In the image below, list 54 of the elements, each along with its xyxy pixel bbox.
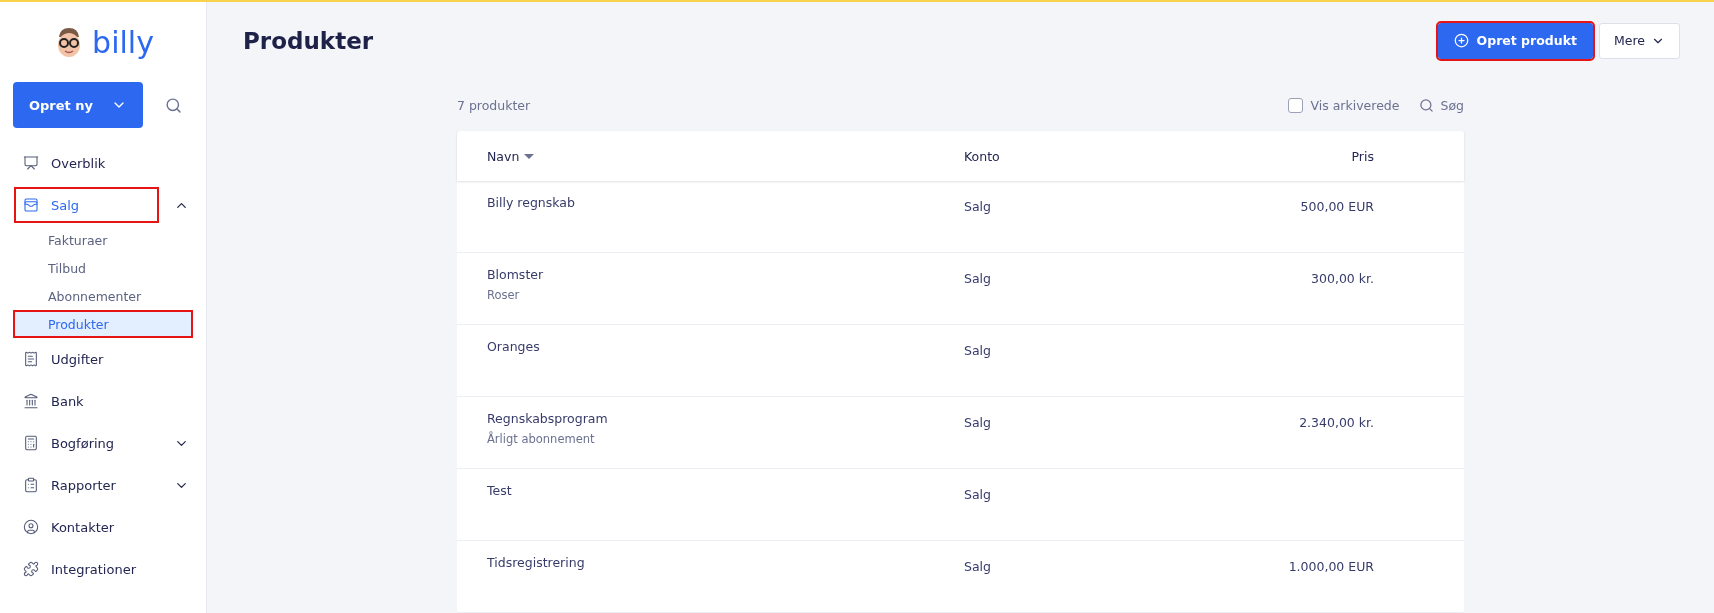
product-name: Regnskabsprogram — [487, 411, 609, 426]
account-cell-text: Salg — [964, 486, 992, 504]
product-name: Billy regnskab — [487, 195, 576, 210]
account-cell-text: Salg — [964, 342, 992, 360]
nav-subitem[interactable]: Fakturaer — [13, 226, 193, 254]
column-header[interactable]: Konto — [964, 148, 1224, 164]
account-cell-text: Salg — [964, 270, 992, 288]
show-archived-checkbox[interactable]: Vis arkiverede — [1288, 97, 1400, 113]
nav-subitem[interactable]: Produkter — [13, 310, 193, 338]
price-cell-text: 500,00 EUR — [1299, 198, 1374, 216]
column-header[interactable]: Pris — [1224, 148, 1374, 164]
more-button[interactable]: Mere — [1598, 22, 1680, 59]
search-link[interactable]: Søg — [1419, 97, 1464, 113]
nav-item[interactable]: Kontakter — [13, 508, 189, 546]
create-new-button[interactable]: Opret ny — [13, 82, 143, 128]
create-product-button[interactable]: Opret produkt — [1437, 22, 1593, 59]
user-icon — [23, 519, 39, 535]
nav-item[interactable]: Rapporter — [13, 466, 160, 504]
bank-icon — [23, 393, 39, 409]
account-cell-text: Salg — [964, 414, 992, 432]
price-cell-text: 1.000,00 EUR — [1287, 558, 1374, 576]
nav-item[interactable]: Bank — [13, 382, 189, 420]
page-title: Produkter — [243, 27, 375, 54]
nav-item[interactable]: Salg — [13, 186, 160, 224]
nav-item[interactable]: Integrationer — [13, 550, 189, 588]
clipboard-icon — [23, 477, 39, 493]
nav-item[interactable]: Bogføring — [13, 424, 160, 462]
search-icon[interactable] — [165, 96, 182, 114]
calculator-icon — [23, 435, 39, 451]
nav-subitem[interactable]: Tilbud — [13, 254, 193, 282]
plus-circle-icon — [1453, 33, 1469, 48]
wallet-icon — [23, 197, 39, 213]
price-cell-text: 300,00 kr. — [1310, 270, 1374, 288]
search-icon — [1419, 97, 1435, 113]
checkbox[interactable] — [1288, 97, 1304, 113]
nav-item[interactable]: Overblik — [13, 144, 189, 182]
product-count: 7 produkter — [457, 97, 532, 113]
price-cell-text: 2.340,00 kr. — [1298, 414, 1374, 432]
account-cell-text: Salg — [964, 198, 992, 216]
product-description: Roser — [487, 288, 521, 302]
product-description: Årligt abonnement — [487, 432, 596, 446]
receipt-icon — [23, 351, 39, 367]
nav-subitem[interactable]: Abonnementer — [13, 282, 193, 310]
sort-triangle-icon — [524, 153, 535, 159]
account-cell-text: Salg — [964, 558, 992, 576]
product-name: Test — [487, 483, 513, 498]
presentation-icon — [23, 155, 39, 171]
product-name: Oranges — [487, 339, 541, 354]
puzzle-icon — [23, 561, 39, 577]
product-name: Blomster — [487, 267, 545, 282]
column-header[interactable]: Navn — [487, 148, 964, 164]
logo-text: billy — [92, 24, 154, 60]
nav-item[interactable]: Udgifter — [13, 340, 189, 378]
product-name: Tidsregistrering — [487, 555, 586, 570]
